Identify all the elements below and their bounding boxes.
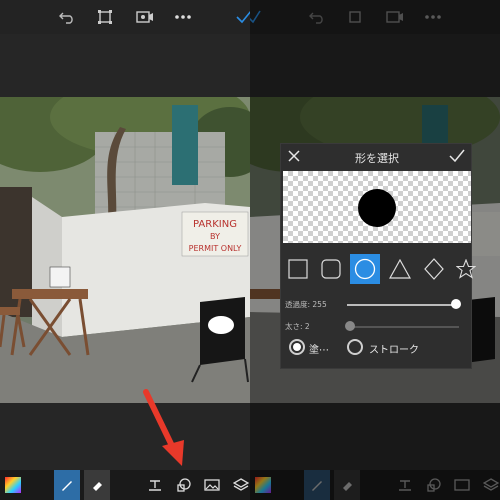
stroke-radio[interactable] <box>347 339 363 355</box>
image-icon[interactable] <box>199 470 225 500</box>
eraser-icon[interactable] <box>84 470 110 500</box>
check-icon[interactable] <box>449 148 465 164</box>
opacity-slider-knob[interactable] <box>451 299 461 309</box>
photo-canvas[interactable]: PARKING BY PERMIT ONLY <box>0 97 250 403</box>
brush-icon[interactable] <box>54 470 80 500</box>
check-icon[interactable] <box>234 7 250 27</box>
shape-select-dialog: 形を選択 透過度: 255 太さ: 2 塗⋯ ストローク <box>280 143 476 369</box>
sign-line2: BY <box>210 232 220 241</box>
video-icon[interactable] <box>135 7 155 27</box>
fill-label: 塗⋯ <box>309 345 329 356</box>
sign-line1: PARKING <box>193 219 237 230</box>
shape-triangle-button[interactable] <box>385 254 415 284</box>
shape-diamond-button[interactable] <box>419 254 449 284</box>
thickness-slider-track[interactable] <box>347 326 459 328</box>
dialog-title: 形を選択 <box>355 152 399 165</box>
shape-square-button[interactable] <box>283 254 313 284</box>
more-icon[interactable] <box>173 7 193 27</box>
shape-icon[interactable] <box>171 470 197 500</box>
text-icon[interactable] <box>142 470 168 500</box>
left-screen: PARKING BY PERMIT ONLY <box>0 0 250 500</box>
arrow-annotation-icon <box>143 389 184 466</box>
layers-icon[interactable] <box>228 470 250 500</box>
shape-circle-button[interactable] <box>350 254 380 284</box>
crop-icon[interactable] <box>95 7 115 27</box>
opacity-label: 透過度: 255 <box>285 300 327 309</box>
stroke-label: ストローク <box>369 345 419 356</box>
fill-radio[interactable] <box>289 339 305 355</box>
opacity-slider-track[interactable] <box>347 304 459 306</box>
shape-star-button[interactable] <box>451 254 481 284</box>
bottom-toolbar <box>0 470 250 500</box>
circle-preview <box>358 189 396 227</box>
shape-rounded-square-button[interactable] <box>316 254 346 284</box>
thickness-slider-knob[interactable] <box>345 321 355 331</box>
top-toolbar <box>0 0 250 34</box>
color-picker-icon[interactable] <box>0 470 26 500</box>
sign-line3: PERMIT ONLY <box>189 244 242 253</box>
thickness-label: 太さ: 2 <box>285 322 310 331</box>
undo-icon[interactable] <box>57 7 77 27</box>
shape-preview <box>283 171 471 243</box>
